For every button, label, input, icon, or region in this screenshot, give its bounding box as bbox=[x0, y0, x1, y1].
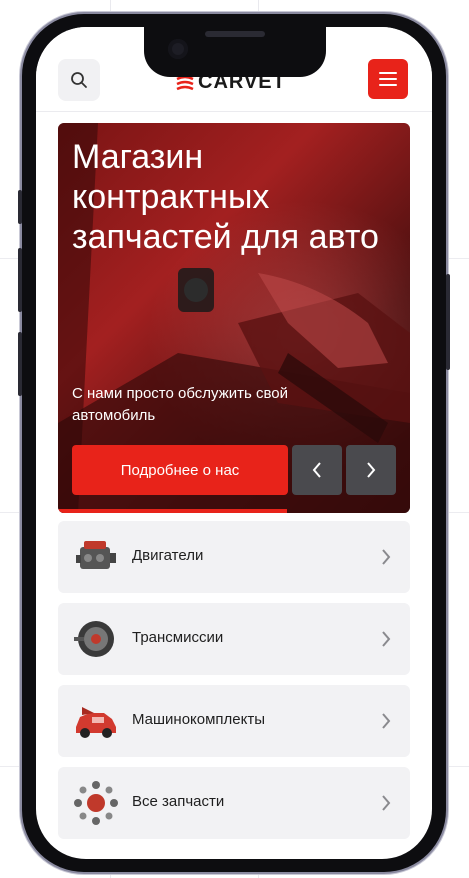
engine-icon bbox=[76, 541, 116, 569]
hero-banner: Магазин контрактных запчастей для авто С… bbox=[58, 123, 410, 513]
search-button[interactable] bbox=[58, 59, 100, 101]
slide-progress-bar bbox=[58, 509, 287, 513]
volume-up-button bbox=[18, 248, 22, 312]
speaker bbox=[205, 31, 265, 37]
category-label: Двигатели bbox=[132, 547, 204, 564]
transmission-icon bbox=[74, 621, 114, 657]
phone-screen: CARVET Магазин контрактных запчастей для… bbox=[36, 27, 432, 859]
car-kit-icon bbox=[76, 707, 116, 738]
chevron-right-icon bbox=[367, 462, 376, 478]
slider-next-button[interactable] bbox=[346, 445, 396, 495]
category-transmissions[interactable]: Трансмиссии bbox=[58, 603, 410, 675]
about-us-button[interactable]: Подробнее о нас bbox=[72, 445, 288, 495]
phone-frame: CARVET Магазин контрактных запчастей для… bbox=[18, 14, 450, 872]
hamburger-menu-icon bbox=[379, 72, 397, 74]
mute-switch bbox=[18, 190, 22, 224]
menu-button[interactable] bbox=[368, 59, 408, 99]
all-parts-icon bbox=[74, 781, 118, 825]
front-camera bbox=[168, 39, 188, 59]
category-label: Все запчасти bbox=[132, 793, 225, 810]
power-button bbox=[446, 274, 450, 370]
category-label: Машинокомплекты bbox=[132, 711, 266, 728]
hero-title: Магазин контрактных запчастей для авто bbox=[72, 138, 379, 256]
category-car-kits[interactable]: Машинокомплекты bbox=[58, 685, 410, 757]
chevron-right-icon bbox=[382, 631, 391, 647]
chevron-left-icon bbox=[312, 462, 321, 478]
chevron-right-icon bbox=[382, 713, 391, 729]
chevron-right-icon bbox=[382, 795, 391, 811]
category-label: Трансмиссии bbox=[132, 629, 224, 646]
search-icon bbox=[71, 72, 87, 88]
hero-subtitle: С нами просто обслужить свой автомобиль bbox=[72, 385, 288, 424]
notch bbox=[144, 27, 326, 77]
slider-prev-button[interactable] bbox=[292, 445, 342, 495]
category-engines[interactable]: Двигатели bbox=[58, 521, 410, 593]
category-all-parts[interactable]: Все запчасти bbox=[58, 767, 410, 839]
volume-down-button bbox=[18, 332, 22, 396]
chevron-right-icon bbox=[382, 549, 391, 565]
